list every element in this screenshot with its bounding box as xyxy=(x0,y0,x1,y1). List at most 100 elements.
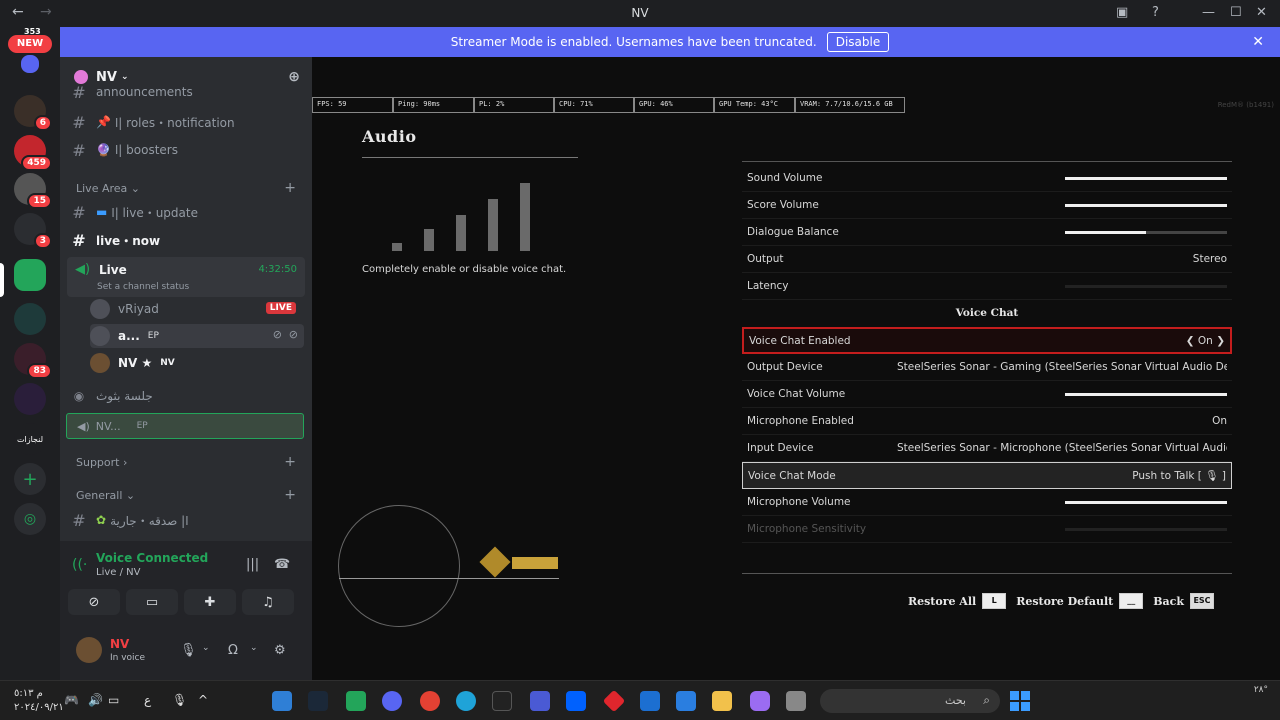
setting-voice-chat-enabled[interactable]: Voice Chat Enabled ❮ On ❯ xyxy=(742,327,1232,354)
setting-sound-volume[interactable]: Sound Volume xyxy=(742,165,1232,192)
category-live-area[interactable]: Live Area ⌄ + xyxy=(76,180,304,196)
setting-score-volume[interactable]: Score Volume xyxy=(742,192,1232,219)
channel-boosters[interactable]: # 🔮 ا| boosters xyxy=(68,137,304,163)
category-support[interactable]: Support › + xyxy=(76,454,304,470)
setting-input-device[interactable]: Input Device SteelSeries Sonar - Microph… xyxy=(742,435,1232,462)
category-general[interactable]: Generall ⌄ + xyxy=(76,487,304,503)
server-icon[interactable]: 6 xyxy=(14,95,52,131)
microphone-icon[interactable]: 🎙 xyxy=(180,643,197,658)
arrow-right-icon[interactable]: ❯ xyxy=(1216,335,1225,347)
dropbox-icon[interactable] xyxy=(566,691,586,711)
app-icon[interactable] xyxy=(602,689,626,713)
setting-microphone-volume[interactable]: Microphone Volume xyxy=(742,489,1232,516)
setting-output[interactable]: Output Stereo xyxy=(742,246,1232,273)
server-icon[interactable] xyxy=(14,259,46,291)
chrome-icon[interactable] xyxy=(420,691,440,711)
copilot-icon[interactable] xyxy=(750,691,770,711)
arrow-left-icon[interactable]: ❮ xyxy=(1186,335,1195,347)
file-explorer-icon[interactable] xyxy=(712,691,732,711)
store-icon[interactable] xyxy=(676,691,696,711)
dragging-member[interactable]: ◀) NV... EP xyxy=(66,413,304,439)
invite-icon[interactable]: ⊕ xyxy=(288,69,300,85)
latency-slider[interactable] xyxy=(1065,285,1227,288)
screen-share-button[interactable]: ▭ xyxy=(126,589,178,615)
restore-default-button[interactable]: Restore Default xyxy=(1016,595,1113,608)
app-icon[interactable] xyxy=(346,691,366,711)
create-channel-icon[interactable]: + xyxy=(284,487,296,503)
maximize-icon[interactable]: ☐ xyxy=(1230,5,1242,20)
channel-live-update[interactable]: # ▬ ا| live・update xyxy=(68,199,304,225)
minimize-icon[interactable]: — xyxy=(1202,5,1215,20)
taskbar-search[interactable]: بحث ⌕ xyxy=(820,689,1000,713)
app-icon[interactable] xyxy=(786,691,806,711)
setting-dialogue-balance[interactable]: Dialogue Balance xyxy=(742,219,1232,246)
voice-channel-live[interactable]: ◀) Live 4:32:50 Set a channel status xyxy=(67,257,305,297)
create-channel-icon[interactable]: + xyxy=(284,180,296,196)
epic-games-icon[interactable] xyxy=(492,691,512,711)
close-window-icon[interactable]: ✕ xyxy=(1256,5,1267,20)
noise-suppression-icon[interactable]: ||| xyxy=(246,557,259,572)
microphone-icon[interactable]: 🎙 xyxy=(172,693,187,707)
server-icon[interactable] xyxy=(14,383,46,415)
controller-icon[interactable]: 🎮 xyxy=(64,693,79,707)
setting-latency[interactable]: Latency xyxy=(742,273,1232,300)
volume-slider[interactable] xyxy=(1065,501,1227,504)
outlook-icon[interactable] xyxy=(640,691,660,711)
server-icon[interactable]: 3 xyxy=(14,213,52,249)
chevron-down-icon[interactable]: ⌄ xyxy=(250,643,258,653)
voice-connected-channel[interactable]: Live / NV xyxy=(96,567,140,578)
restore-all-button[interactable]: Restore All xyxy=(908,595,976,608)
help-icon[interactable]: ? xyxy=(1152,5,1159,20)
soundboard-button[interactable]: ♫ xyxy=(242,589,294,615)
user-panel[interactable]: NV In voice 🎙 ⌄ Ω ⌄ ⚙ xyxy=(68,631,304,671)
start-button[interactable] xyxy=(1010,691,1030,711)
voice-connected-label[interactable]: Voice Connected xyxy=(96,551,208,565)
chevron-up-icon[interactable]: ^ xyxy=(198,693,208,707)
edge-icon[interactable] xyxy=(456,691,476,711)
channel-roles[interactable]: # 📌 ا| roles・notification xyxy=(68,109,304,135)
app-icon[interactable] xyxy=(272,691,292,711)
disconnect-icon[interactable]: ☎ xyxy=(274,557,290,572)
camera-off-button[interactable]: ⊘ xyxy=(68,589,120,615)
settings-gear-icon[interactable]: ⚙ xyxy=(274,643,286,658)
chevron-down-icon[interactable]: ⌄ xyxy=(202,643,210,653)
back-button[interactable]: Back xyxy=(1153,595,1184,608)
voice-channel-2[interactable]: ◉ جلسة بثوث xyxy=(68,383,304,409)
volume-slider[interactable] xyxy=(1065,177,1227,180)
setting-voice-chat-mode[interactable]: Voice Chat Mode Push to Talk [ 🎙 ] xyxy=(742,462,1232,489)
headphones-icon[interactable]: Ω xyxy=(228,643,238,658)
steam-icon[interactable] xyxy=(308,691,328,711)
setting-output-device[interactable]: Output Device SteelSeries Sonar - Gaming… xyxy=(742,354,1232,381)
weather-indicator[interactable]: ٢٨° xyxy=(1254,685,1268,695)
voice-member[interactable]: NV ★ NV xyxy=(90,351,304,375)
volume-slider[interactable] xyxy=(1065,393,1227,396)
voice-member[interactable]: vRiyad LIVE xyxy=(90,297,304,321)
disable-button[interactable]: Disable xyxy=(826,32,890,52)
network-icon[interactable]: ▭ xyxy=(108,693,119,707)
direct-messages-icon[interactable] xyxy=(21,55,39,73)
server-icon[interactable]: 83 xyxy=(14,343,52,379)
create-channel-icon[interactable]: + xyxy=(284,454,296,470)
new-messages-badge[interactable]: NEW xyxy=(8,35,52,53)
voice-member[interactable]: a... EP ⊘ ⊘ xyxy=(90,324,304,348)
volume-icon[interactable]: 🔊 xyxy=(88,693,103,707)
server-icon[interactable]: 459 xyxy=(14,135,52,171)
language-indicator[interactable]: ع xyxy=(144,693,151,707)
channel-partial[interactable]: # announcements xyxy=(68,85,304,99)
server-icon[interactable]: 15 xyxy=(14,173,52,209)
add-server-icon[interactable]: + xyxy=(14,463,46,495)
discord-icon[interactable] xyxy=(382,691,402,711)
inbox-icon[interactable]: ▣ xyxy=(1116,5,1128,20)
system-clock[interactable]: م ٥:١٣ ٢٠٢٤/٠٩/٢١ xyxy=(14,687,64,715)
activities-button[interactable]: ✚ xyxy=(184,589,236,615)
explore-icon[interactable]: ◎ xyxy=(14,503,46,535)
close-banner-icon[interactable]: ✕ xyxy=(1252,34,1264,50)
balance-slider[interactable] xyxy=(1065,231,1227,234)
volume-slider[interactable] xyxy=(1065,204,1227,207)
channel-general[interactable]: # ✿ ا| صدقه・جارية xyxy=(68,507,304,533)
app-icon[interactable] xyxy=(530,691,550,711)
setting-voice-chat-volume[interactable]: Voice Chat Volume xyxy=(742,381,1232,408)
server-icon[interactable] xyxy=(14,303,46,335)
folder-icon[interactable]: لنجازات xyxy=(14,423,46,455)
channel-status[interactable]: Set a channel status xyxy=(97,282,189,292)
